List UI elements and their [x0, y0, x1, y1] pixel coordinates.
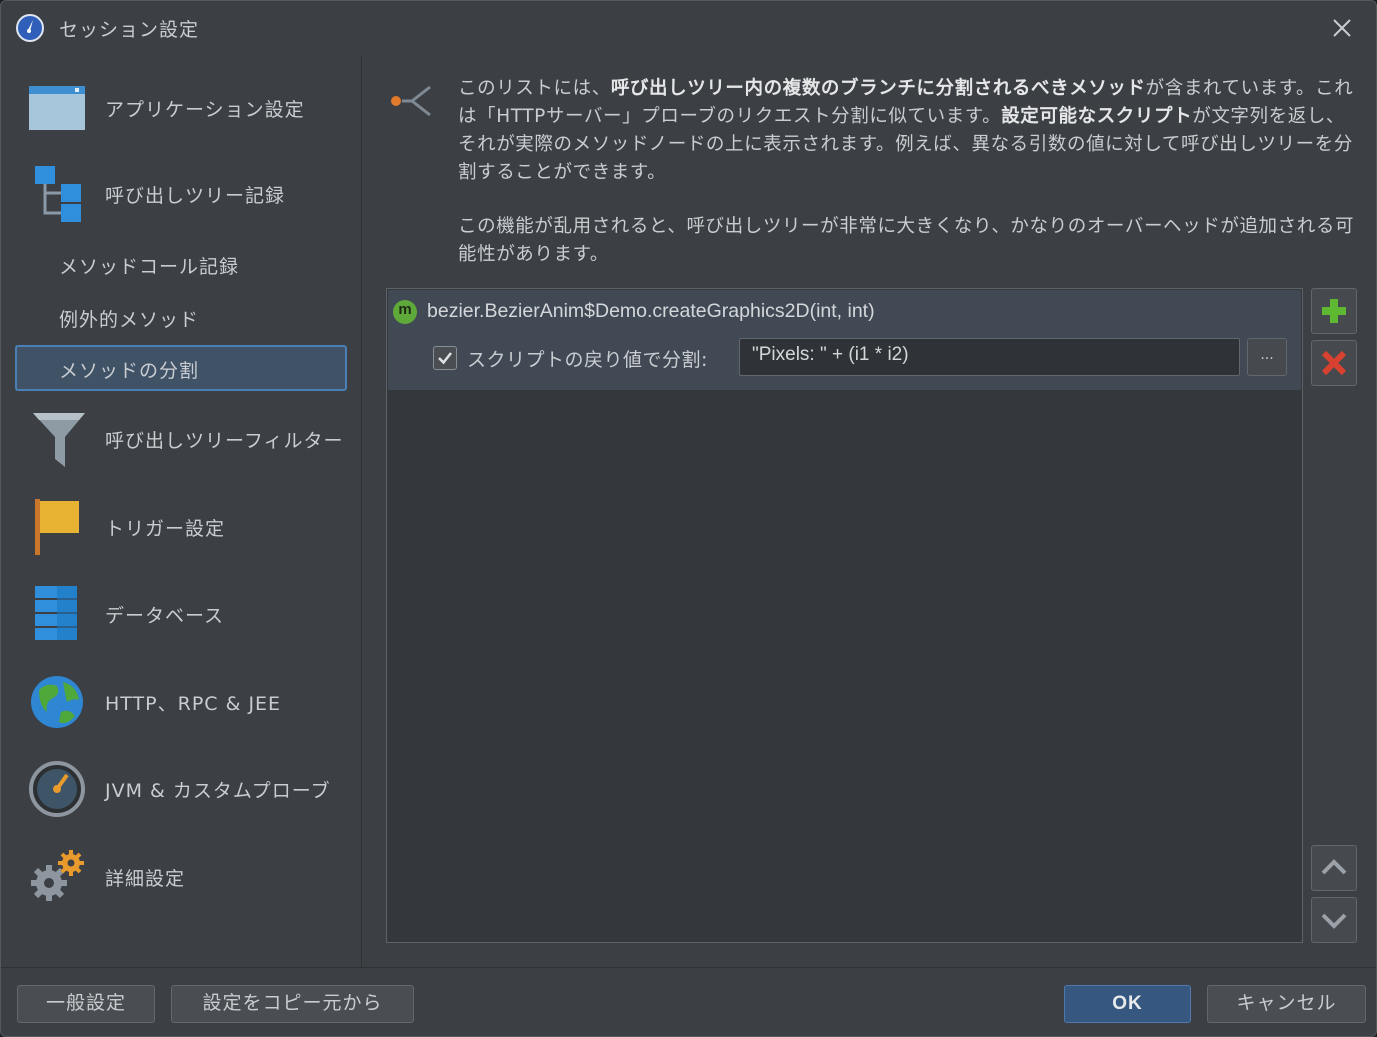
method-icon: m: [393, 300, 417, 324]
sidebar-item-label: HTTP、RPC & JEE: [105, 693, 282, 715]
sidebar-item-trigger-settings[interactable]: トリガー設定: [15, 497, 361, 557]
split-branch-icon: [391, 85, 431, 117]
delete-x-icon: [1321, 350, 1347, 376]
move-down-button[interactable]: [1311, 897, 1357, 943]
sidebar-item-label: 詳細設定: [105, 868, 186, 890]
method-badge-letter: m: [398, 301, 412, 318]
sidebar-item-label: データベース: [105, 605, 225, 627]
desc-bold-text: 設定可能なスクリプト: [1001, 106, 1193, 127]
sidebar-item-label: 呼び出しツリーフィルター: [105, 430, 344, 452]
sidebar-item-label: 呼び出しツリー記録: [105, 185, 286, 207]
sidebar-subitem-exceptional-methods[interactable]: 例外的メソッド: [15, 294, 347, 340]
session-settings-dialog: セッション設定 アプリケーション設定 呼び出しツリー記録 メソッドコール記録 例…: [0, 0, 1377, 1037]
sidebar-item-label: JVM & カスタムプローブ: [105, 780, 331, 802]
sidebar-item-application-settings[interactable]: アプリケーション設定: [15, 78, 361, 138]
sidebar-subitem-label: メソッドコール記録: [59, 256, 240, 278]
description: このリストには、呼び出しツリー内の複数のブランチに分割されるべきメソッドが含まれ…: [458, 75, 1358, 269]
plus-icon: [1322, 299, 1346, 323]
split-method-list[interactable]: m bezier.BezierAnim$Demo.createGraphics2…: [386, 288, 1303, 943]
sidebar-subitem-method-call-recording[interactable]: メソッドコール記録: [15, 241, 347, 287]
close-icon[interactable]: [1327, 13, 1357, 43]
sidebar-item-label: アプリケーション設定: [105, 99, 305, 121]
ok-button[interactable]: OK: [1064, 985, 1191, 1023]
sidebar-item-jvm-custom-probes[interactable]: JVM & カスタムプローブ: [15, 759, 361, 819]
sidebar-subitem-label: 例外的メソッド: [59, 309, 200, 331]
script-input[interactable]: "Pixels: " + (i1 * i2): [739, 338, 1240, 376]
database-icon: [35, 586, 77, 640]
title-bar: セッション設定: [1, 1, 1376, 55]
sidebar-subitem-label: メソッドの分割: [59, 360, 200, 382]
split-by-script-checkbox[interactable]: [433, 346, 457, 370]
method-name: bezier.BezierAnim$Demo.createGraphics2D(…: [427, 300, 875, 322]
split-by-script-label: スクリプトの戻り値で分割:: [467, 349, 708, 371]
gauge-icon: [29, 761, 85, 817]
funnel-icon: [33, 413, 85, 467]
general-settings-button[interactable]: 一般設定: [17, 985, 155, 1023]
sidebar-item-databases[interactable]: データベース: [15, 584, 361, 644]
sidebar-item-call-tree-filters[interactable]: 呼び出しツリーフィルター: [15, 409, 361, 469]
sidebar-item-call-tree-recording[interactable]: 呼び出しツリー記録: [15, 164, 361, 224]
app-logo-icon: [16, 14, 44, 42]
edit-script-button[interactable]: ...: [1247, 338, 1287, 376]
check-icon: [438, 352, 452, 365]
call-tree-icon: [35, 166, 81, 222]
application-window-icon: [29, 86, 85, 130]
sidebar-item-label: トリガー設定: [105, 518, 226, 540]
add-button[interactable]: [1311, 288, 1357, 334]
flag-icon: [35, 499, 79, 555]
footer-separator: [1, 967, 1376, 968]
description-paragraph-1: このリストには、呼び出しツリー内の複数のブランチに分割されるべきメソッドが含まれ…: [458, 75, 1358, 187]
gears-icon: [31, 850, 84, 901]
globe-icon: [31, 676, 83, 728]
description-paragraph-2: この機能が乱用されると、呼び出しツリーが非常に大きくなり、かなりのオーバーヘッド…: [458, 216, 1355, 265]
chevron-down-icon: [1321, 913, 1347, 929]
desc-bold-text: 呼び出しツリー内の複数のブランチに分割されるべきメソッド: [610, 78, 1146, 99]
desc-text: このリストには、: [458, 78, 611, 99]
sidebar-item-http-rpc-jee[interactable]: HTTP、RPC & JEE: [15, 672, 361, 732]
list-item[interactable]: m bezier.BezierAnim$Demo.createGraphics2…: [388, 290, 1301, 390]
chevron-up-icon: [1321, 859, 1347, 875]
sidebar-subitem-split-methods[interactable]: メソッドの分割: [15, 345, 347, 391]
window-title: セッション設定: [59, 19, 200, 41]
copy-settings-button[interactable]: 設定をコピー元から: [171, 985, 414, 1023]
move-up-button[interactable]: [1311, 845, 1357, 891]
sidebar-item-advanced-settings[interactable]: 詳細設定: [15, 847, 361, 907]
remove-button[interactable]: [1311, 340, 1357, 386]
cancel-button[interactable]: キャンセル: [1207, 985, 1366, 1023]
main-panel: このリストには、呼び出しツリー内の複数のブランチに分割されるべきメソッドが含まれ…: [362, 55, 1376, 967]
